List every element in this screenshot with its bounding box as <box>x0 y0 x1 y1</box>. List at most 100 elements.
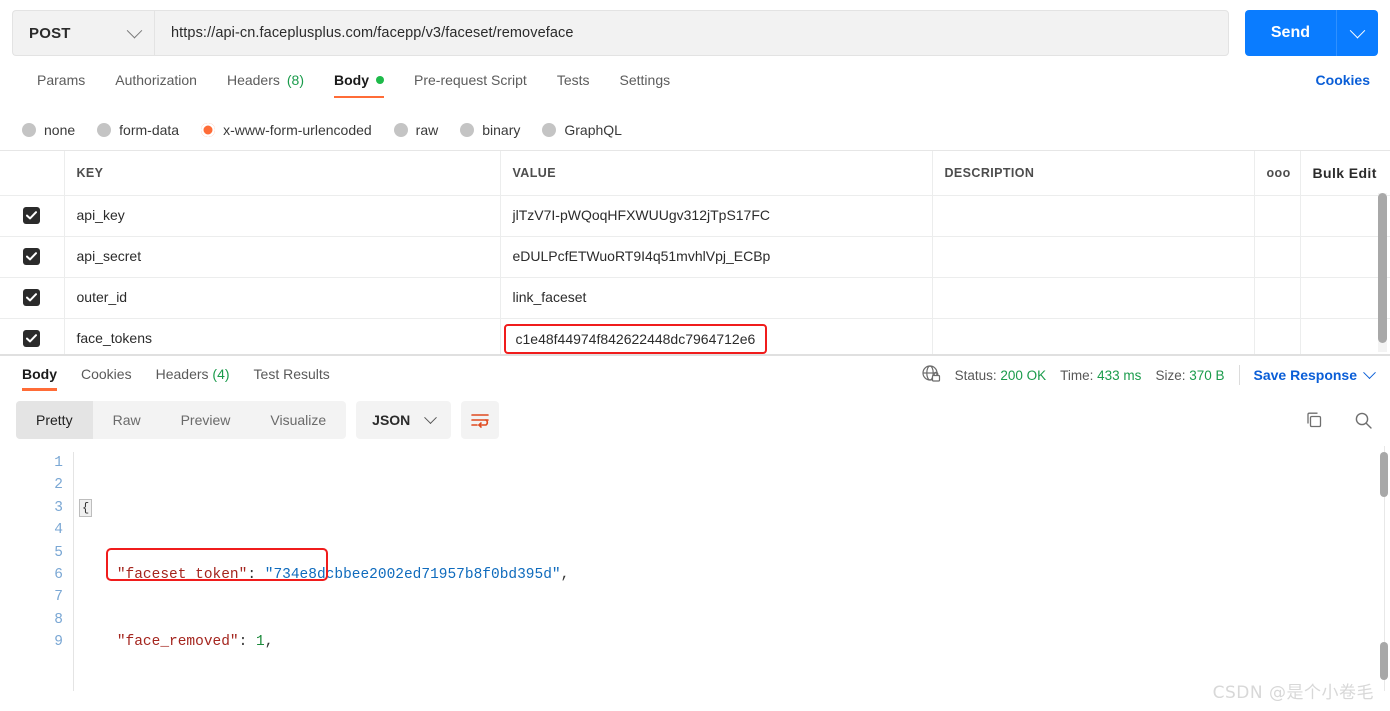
row-key-cell[interactable]: api_secret <box>64 236 501 278</box>
tab-label: Pre-request Script <box>414 72 527 88</box>
headers-count: (8) <box>286 72 304 88</box>
code-line: { <box>79 497 674 519</box>
http-method-value: POST <box>29 24 71 42</box>
row-enabled-checkbox[interactable] <box>23 329 41 347</box>
row-description-cell[interactable] <box>932 277 1255 319</box>
row-spacer-cell-2 <box>1300 195 1390 237</box>
body-type-binary[interactable]: binary <box>460 122 520 138</box>
tab-label: Params <box>37 72 86 88</box>
line-number-gutter: 1 2 3 4 5 6 7 8 9 <box>0 452 74 691</box>
tab-authorization[interactable]: Authorization <box>100 68 212 98</box>
radio-icon <box>97 123 112 137</box>
param-key: outer_id <box>76 288 128 305</box>
view-mode-pretty[interactable]: Pretty <box>16 401 93 439</box>
row-spacer-cell-2 <box>1300 236 1390 278</box>
request-url-value: https://api-cn.faceplusplus.com/facepp/v… <box>171 25 574 41</box>
word-wrap-toggle-button[interactable] <box>461 401 500 439</box>
chevron-down-icon <box>1363 365 1376 379</box>
fold-marker-open[interactable]: { <box>79 498 93 517</box>
body-type-none[interactable]: none <box>22 122 75 138</box>
radio-label: raw <box>415 122 439 138</box>
row-key-cell[interactable]: face_tokens <box>64 318 501 354</box>
time-label: Time: <box>1060 367 1094 383</box>
send-options-button[interactable] <box>1336 10 1378 56</box>
row-checkbox-cell <box>0 277 65 319</box>
tab-label: Authorization <box>115 72 197 88</box>
body-type-raw[interactable]: raw <box>393 122 439 138</box>
row-enabled-checkbox[interactable] <box>23 206 41 224</box>
row-description-cell[interactable] <box>932 318 1255 354</box>
row-value-cell[interactable]: c1e48f44974f842622448dc7964712e6 <box>500 318 933 354</box>
http-method-select[interactable]: POST <box>12 10 154 56</box>
radio-icon <box>542 123 557 137</box>
row-value-cell[interactable]: eDULPcfETWuoRT9I4q51mvhlVpj_ECBp <box>500 236 933 278</box>
view-mode-raw[interactable]: Raw <box>93 401 161 439</box>
code-line: "face_removed": 1, <box>82 631 674 653</box>
line-number: 5 <box>54 544 63 561</box>
row-key-cell[interactable]: api_key <box>64 195 501 237</box>
tab-label: Test Results <box>253 365 330 382</box>
row-enabled-checkbox[interactable] <box>23 247 41 265</box>
line-number: 7 <box>54 589 63 606</box>
row-checkbox-cell <box>0 236 65 278</box>
status-label-group: Status: 200 OK <box>955 368 1047 383</box>
response-tab-test-results[interactable]: Test Results <box>242 360 342 391</box>
size-label: Size: <box>1155 367 1186 383</box>
table-row: face_tokens c1e48f44974f842622448dc79647… <box>0 318 1390 354</box>
header-key: KEY <box>64 151 501 196</box>
bulk-edit-button[interactable]: Bulk Edit <box>1313 165 1377 181</box>
code-scrollbar-thumb-secondary[interactable] <box>1380 642 1388 680</box>
row-description-cell[interactable] <box>932 236 1255 278</box>
params-scrollbar-thumb[interactable] <box>1378 193 1387 343</box>
tab-headers[interactable]: Headers (8) <box>212 68 319 98</box>
viewer-actions <box>1304 410 1374 431</box>
send-button-group: Send <box>1244 10 1378 56</box>
save-response-button[interactable]: Save Response <box>1254 365 1376 383</box>
cookies-link[interactable]: Cookies <box>1316 72 1370 88</box>
tab-params[interactable]: Params <box>22 68 100 98</box>
radio-label: x-www-form-urlencoded <box>223 122 372 138</box>
param-value: eDULPcfETWuoRT9I4q51mvhlVpj_ECBp <box>512 247 771 264</box>
request-url-input[interactable]: https://api-cn.faceplusplus.com/facepp/v… <box>154 10 1229 56</box>
row-value-cell[interactable]: jlTzV7I-pWQoqHFXWUUgv312jTpS17FC <box>500 195 933 237</box>
row-checkbox-cell <box>0 318 65 354</box>
tab-label: Settings <box>619 72 671 88</box>
search-icon[interactable] <box>1353 410 1374 431</box>
view-mode-preview[interactable]: Preview <box>161 401 251 439</box>
row-value-cell[interactable]: link_faceset <box>500 277 933 319</box>
row-key-cell[interactable]: outer_id <box>64 277 501 319</box>
json-punct: , <box>560 567 570 584</box>
line-number: 9 <box>54 634 63 651</box>
tab-pre-request-script[interactable]: Pre-request Script <box>399 68 542 98</box>
response-format-select[interactable]: JSON <box>356 401 452 439</box>
row-checkbox-cell <box>0 195 65 237</box>
response-tab-cookies[interactable]: Cookies <box>69 360 144 391</box>
response-tab-body[interactable]: Body <box>22 360 69 391</box>
size-label-group: Size: 370 B <box>1155 368 1224 383</box>
json-number: 1 <box>256 634 265 651</box>
header-value: VALUE <box>500 151 933 196</box>
line-number: 1 <box>54 455 63 471</box>
tab-tests[interactable]: Tests <box>542 68 605 98</box>
body-type-graphql[interactable]: GraphQL <box>542 122 622 138</box>
tab-settings[interactable]: Settings <box>605 68 686 98</box>
view-mode-visualize[interactable]: Visualize <box>250 401 346 439</box>
code-scrollbar-thumb[interactable] <box>1380 452 1388 497</box>
status-label: Status: <box>954 367 997 383</box>
tab-body[interactable]: Body <box>319 68 399 98</box>
row-description-cell[interactable] <box>932 195 1255 237</box>
response-body-code-viewer[interactable]: 1 2 3 4 5 6 7 8 9 { "faceset_token": "73… <box>0 446 1390 691</box>
response-viewer-toolbar: Pretty Raw Preview Visualize JSON <box>0 394 1390 446</box>
body-type-x-www-form-urlencoded[interactable]: x-www-form-urlencoded <box>201 122 372 138</box>
copy-icon[interactable] <box>1304 410 1325 431</box>
param-key: api_key <box>76 206 125 223</box>
body-type-form-data[interactable]: form-data <box>97 122 179 138</box>
row-enabled-checkbox[interactable] <box>23 288 41 306</box>
response-tab-headers[interactable]: Headers (4) <box>144 360 242 391</box>
send-button[interactable]: Send <box>1244 10 1336 56</box>
chevron-down-icon <box>126 22 143 38</box>
line-number: 3 <box>54 499 63 516</box>
table-options-button[interactable]: ooo <box>1254 151 1301 196</box>
radio-icon <box>460 123 475 137</box>
tab-label: Headers <box>155 365 209 382</box>
